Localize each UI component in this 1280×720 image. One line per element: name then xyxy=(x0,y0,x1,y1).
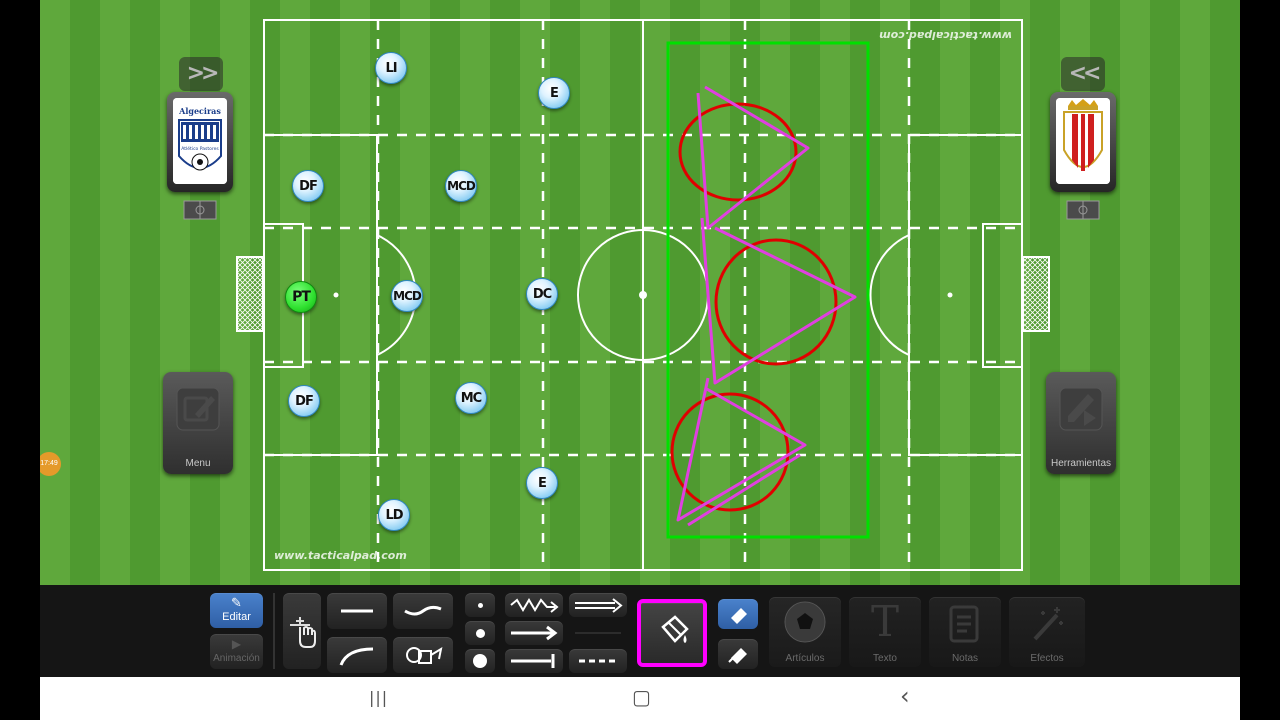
zigzag-arrow-style[interactable] xyxy=(505,593,563,617)
notes-icon xyxy=(949,605,979,643)
eraser-icon xyxy=(731,608,747,624)
svg-text:Atlético Pastores: Atlético Pastores xyxy=(181,145,219,152)
straight-line-tool[interactable] xyxy=(327,593,387,629)
balls-label: Artículos xyxy=(785,653,825,664)
wave-line-icon xyxy=(404,605,442,616)
medium-dot-icon xyxy=(476,629,485,638)
shapes-icon xyxy=(406,646,443,664)
text-t-icon: T xyxy=(870,597,899,646)
dashed-line-style[interactable] xyxy=(569,649,627,673)
text-button[interactable]: T Texto xyxy=(849,597,921,667)
double-chevron-left-icon[interactable]: << xyxy=(1061,57,1105,91)
double-line-arrow-icon xyxy=(575,598,623,613)
svg-text:Algeciras: Algeciras xyxy=(178,106,221,116)
move-hand-tool[interactable] xyxy=(283,593,321,669)
zigzag-arrow-icon xyxy=(510,598,559,613)
tacticalpad-app: www.tacticalpad.com www.tacticalpad.com … xyxy=(40,0,1240,720)
large-dot-size[interactable] xyxy=(465,649,495,673)
player-token[interactable]: MCD xyxy=(445,170,477,202)
player-token[interactable]: MCD xyxy=(391,280,423,312)
small-dot-size[interactable] xyxy=(465,593,495,617)
menu-button[interactable]: Menu xyxy=(163,372,233,474)
edit-mode-button[interactable]: ✎ Editar xyxy=(210,593,263,628)
eraser-broom-icon xyxy=(728,648,747,664)
dashed-line-icon xyxy=(579,659,617,663)
menu-label: Menu xyxy=(185,458,211,469)
player-token[interactable]: LI xyxy=(375,52,407,84)
clear-all-tool[interactable] xyxy=(718,639,758,669)
medium-dot-size[interactable] xyxy=(465,621,495,645)
eraser-tool[interactable] xyxy=(718,599,758,629)
shield-crest-icon: Algeciras Atlético Pastores xyxy=(173,98,227,184)
mini-field-icon[interactable] xyxy=(1066,200,1100,220)
effects-button[interactable]: Efectos xyxy=(1009,597,1085,667)
end-bar-line-icon xyxy=(511,654,555,668)
small-dot-icon xyxy=(478,603,483,608)
large-dot-icon xyxy=(473,654,487,668)
player-token[interactable]: MC xyxy=(455,382,487,414)
soccer-ball-icon xyxy=(784,601,826,643)
away-team-logo[interactable] xyxy=(1050,92,1116,192)
player-token[interactable]: E xyxy=(538,77,570,109)
mini-field-icon[interactable] xyxy=(183,200,217,220)
home-icon[interactable]: ▢ xyxy=(632,685,651,709)
left-goal xyxy=(236,256,264,332)
shapes-tool[interactable] xyxy=(393,637,453,673)
tools-button[interactable]: Herramientas xyxy=(1046,372,1116,474)
plain-line-style[interactable] xyxy=(569,621,627,645)
edit-square-icon xyxy=(176,387,220,431)
hand-move-icon xyxy=(290,617,316,648)
android-nav-bar: ||| ▢ ‹ xyxy=(40,677,1240,720)
notes-button[interactable]: Notas xyxy=(929,597,1001,667)
arrow-style[interactable] xyxy=(505,621,563,645)
effects-label: Efectos xyxy=(1030,653,1064,664)
animation-mode-button[interactable]: ▶ Animación xyxy=(210,634,263,669)
goalkeeper-token[interactable]: PT xyxy=(285,281,317,313)
paint-bucket-tool[interactable] xyxy=(637,599,707,667)
bottom-toolbar: ✎ Editar ▶ Animación Artículos T Texto N… xyxy=(40,585,1240,677)
tools-label: Herramientas xyxy=(1050,458,1112,469)
player-token[interactable]: DF xyxy=(292,170,324,202)
edit-label: Editar xyxy=(222,611,251,623)
text-label: Texto xyxy=(873,653,897,664)
toolbar-divider xyxy=(273,593,275,669)
wave-line-tool[interactable] xyxy=(393,593,453,629)
back-icon[interactable]: ‹ xyxy=(900,682,910,710)
double-arrow-style[interactable] xyxy=(569,593,627,617)
player-token[interactable]: E xyxy=(526,467,558,499)
double-chevron-right-icon[interactable]: >> xyxy=(179,57,223,91)
arrow-icon xyxy=(511,625,558,641)
notes-label: Notas xyxy=(951,653,979,664)
straight-line-icon xyxy=(341,609,373,613)
animation-label: Animación xyxy=(213,653,260,664)
right-goal xyxy=(1022,256,1050,332)
player-token[interactable]: LD xyxy=(378,499,410,531)
play-icon: ▶ xyxy=(231,637,242,651)
recent-apps-icon[interactable]: ||| xyxy=(369,688,388,707)
curve-line-tool[interactable] xyxy=(327,637,387,673)
watermark-top: www.tacticalpad.com xyxy=(879,29,1012,42)
watermark-bottom: www.tacticalpad.com xyxy=(274,549,407,562)
home-team-logo[interactable]: Algeciras Atlético Pastores xyxy=(167,92,233,192)
player-token[interactable]: DF xyxy=(288,385,320,417)
player-token[interactable]: DC xyxy=(526,278,558,310)
block-arrow-style[interactable] xyxy=(505,649,563,673)
pencil-icon: ✎ xyxy=(231,596,242,611)
curve-line-icon xyxy=(339,647,374,666)
magic-wand-icon xyxy=(1033,607,1063,641)
algeciras-crest-icon xyxy=(1056,98,1110,184)
pencil-play-icon xyxy=(1059,387,1103,431)
paint-bucket-icon xyxy=(661,615,689,643)
thin-line-icon xyxy=(575,632,621,634)
balls-button[interactable]: Artículos xyxy=(769,597,841,667)
